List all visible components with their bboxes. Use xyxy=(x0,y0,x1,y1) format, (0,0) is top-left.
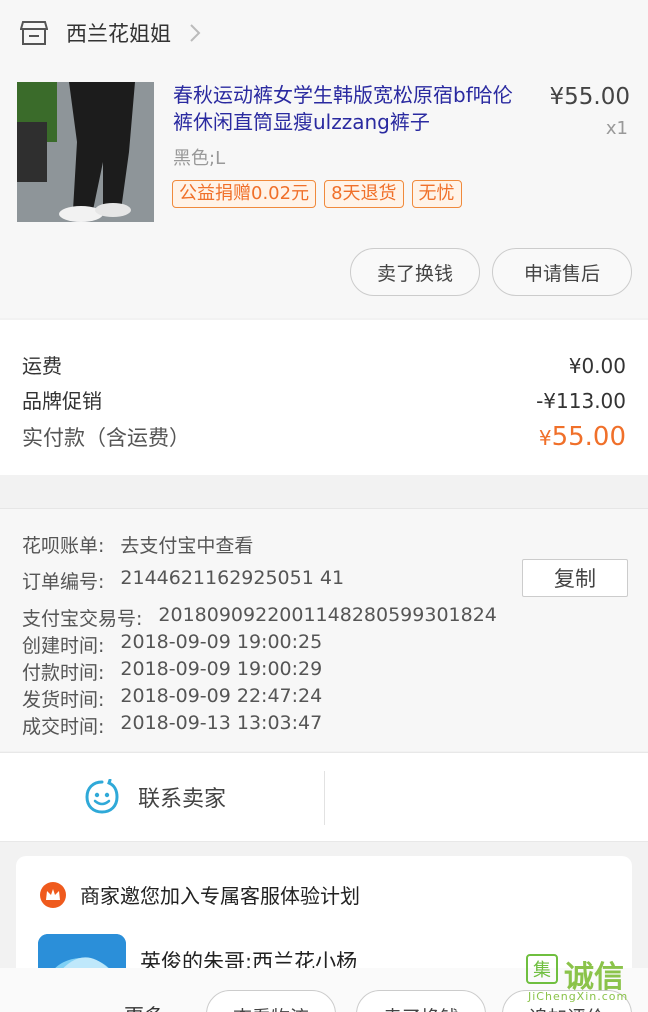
shipped-label: 发货时间: xyxy=(22,689,105,711)
watermark-logo: 集 xyxy=(526,954,558,984)
contact-bar: 联系卖家 xyxy=(0,752,648,842)
crown-icon xyxy=(40,881,66,908)
shipping-row: 运费 ¥0.00 xyxy=(22,350,626,379)
watermark-url: JiChengXin.com xyxy=(528,990,629,1003)
shipped-row: 发货时间: 2018-09-09 22:47:24 xyxy=(22,685,322,712)
promo-row: 品牌促销 -¥113.00 xyxy=(22,385,626,414)
order-number-label: 订单编号: xyxy=(22,571,105,593)
paid-row: 付款时间: 2018-09-09 19:00:29 xyxy=(22,658,322,685)
divider xyxy=(324,771,325,825)
huabei-link[interactable]: 去支付宝中查看 xyxy=(120,531,253,558)
product-title[interactable]: 春秋运动裤女学生韩版宽松原宿bf哈伦裤休闲直筒显瘦ulzzang裤子 xyxy=(173,82,528,136)
copy-button[interactable]: 复制 xyxy=(522,559,628,597)
shop-header[interactable]: 西兰花姐姐 xyxy=(0,0,648,66)
promo-label: 品牌促销 xyxy=(22,389,102,413)
product-price: ¥55.00 xyxy=(549,84,630,110)
shipping-label: 运费 xyxy=(22,354,62,378)
closed-row: 成交时间: 2018-09-13 13:03:47 xyxy=(22,712,322,739)
watermark: 集 诚信 JiChengXin.com xyxy=(526,954,644,1006)
order-number-value: 2144621162925051 41 xyxy=(120,567,345,589)
contact-seller-button[interactable]: 联系卖家 xyxy=(84,779,226,815)
created-value: 2018-09-09 19:00:25 xyxy=(120,631,323,653)
service-tags: 公益捐赠0.02元 8天退货 无忧 xyxy=(172,180,462,208)
alipay-row: 支付宝交易号: 2018090922001148280599301824 xyxy=(22,604,497,631)
huabei-row: 花呗账单: 去支付宝中查看 xyxy=(22,531,253,558)
product-thumbnail[interactable] xyxy=(17,82,154,222)
total-currency: ¥ xyxy=(538,426,552,450)
closed-value: 2018-09-13 13:03:47 xyxy=(120,712,323,734)
product-actions: 卖了换钱 申请售后 xyxy=(350,248,632,296)
product-quantity: x1 xyxy=(605,118,628,139)
tag-charity: 公益捐赠0.02元 xyxy=(172,180,317,208)
product-sku: 黑色;L xyxy=(173,148,226,169)
invite-title-text: 商家邀您加入专属客服体验计划 xyxy=(80,884,360,908)
promo-value: -¥113.00 xyxy=(536,389,626,413)
product-card[interactable]: 春秋运动裤女学生韩版宽松原宿bf哈伦裤休闲直筒显瘦ulzzang裤子 ¥55.0… xyxy=(0,66,648,318)
sell-button-bottom[interactable]: 卖了换钱 xyxy=(356,990,486,1012)
store-icon xyxy=(20,21,48,45)
created-row: 创建时间: 2018-09-09 19:00:25 xyxy=(22,631,322,658)
sell-button[interactable]: 卖了换钱 xyxy=(350,248,480,296)
paid-label: 付款时间: xyxy=(22,662,105,684)
huabei-label: 花呗账单: xyxy=(22,535,105,557)
shipping-value: ¥0.00 xyxy=(568,354,626,378)
closed-label: 成交时间: xyxy=(22,716,105,738)
alipay-value: 2018090922001148280599301824 xyxy=(158,604,497,626)
total-label: 实付款（含运费） xyxy=(22,426,190,450)
invite-title: 商家邀您加入专属客服体验计划 xyxy=(40,880,360,909)
chat-smile-icon xyxy=(85,779,119,814)
shop-name[interactable]: 西兰花姐姐 xyxy=(66,18,171,48)
chevron-right-icon xyxy=(190,24,201,42)
tag-return-8-days: 8天退货 xyxy=(324,180,404,208)
fee-summary: 运费 ¥0.00 品牌促销 -¥113.00 实付款（含运费） ¥55.00 xyxy=(0,320,648,475)
shipped-value: 2018-09-09 22:47:24 xyxy=(120,685,323,707)
total-value: 55.00 xyxy=(551,422,626,452)
paid-value: 2018-09-09 19:00:29 xyxy=(120,658,323,680)
more-button[interactable]: 更多 xyxy=(124,1000,164,1012)
after-sales-button[interactable]: 申请售后 xyxy=(492,248,632,296)
order-number-row: 订单编号: 2144621162925051 41 xyxy=(22,567,344,594)
created-label: 创建时间: xyxy=(22,635,105,657)
contact-seller-label: 联系卖家 xyxy=(138,787,227,812)
tag-worry-free: 无忧 xyxy=(411,180,462,208)
order-info: 花呗账单: 去支付宝中查看 订单编号: 2144621162925051 41 … xyxy=(0,508,648,751)
view-logistics-button[interactable]: 查看物流 xyxy=(206,990,336,1012)
alipay-label: 支付宝交易号: xyxy=(22,608,143,630)
total-amount: ¥55.00 xyxy=(539,422,626,452)
total-row: 实付款（含运费） ¥55.00 xyxy=(22,422,626,452)
